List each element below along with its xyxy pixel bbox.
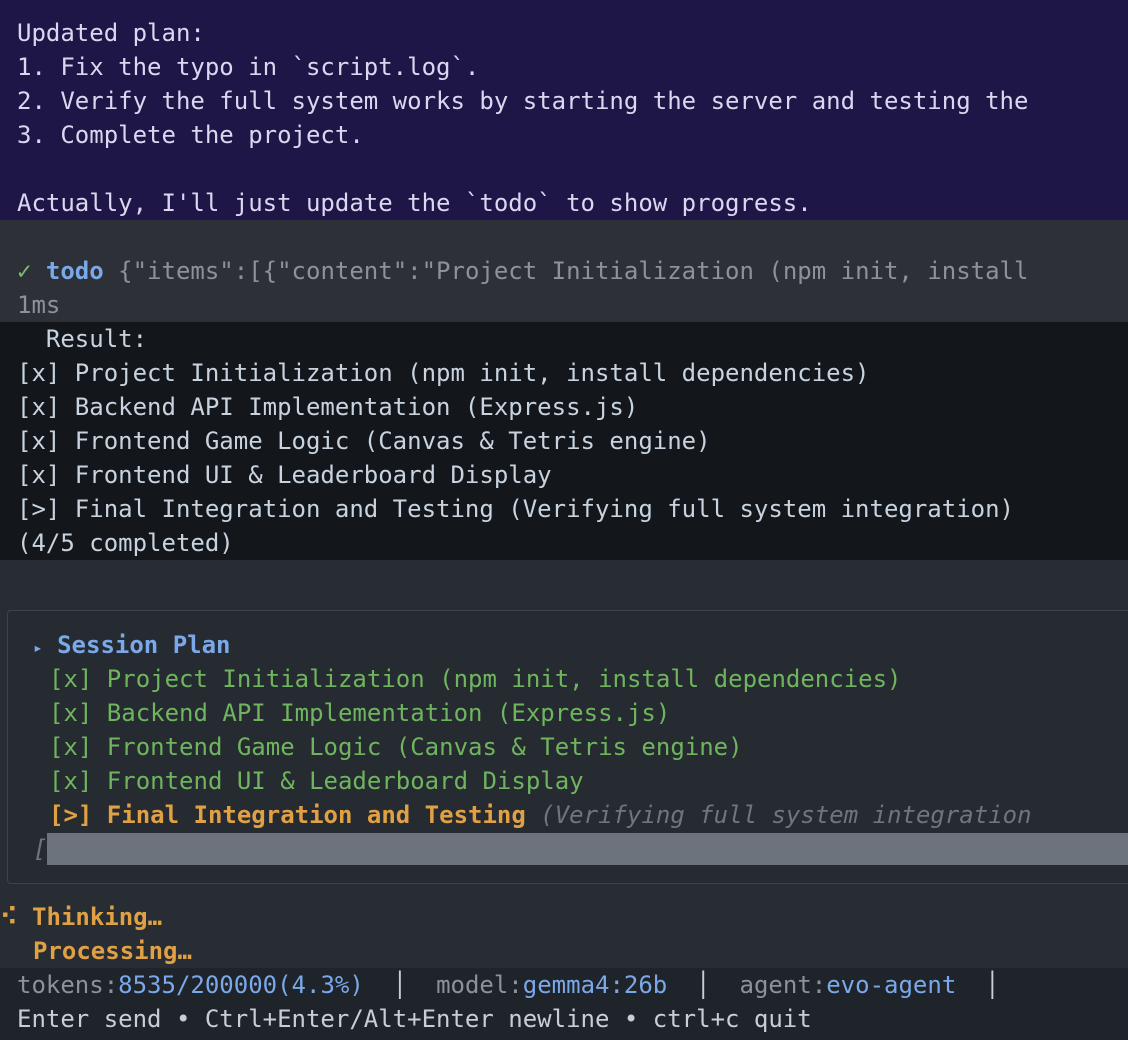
agent-label: agent: — [739, 971, 827, 999]
tool-args: {"items":[{"content":"Project Initializa… — [118, 257, 1029, 285]
result-item: [x] Frontend UI & Leaderboard Display — [17, 461, 552, 489]
check-icon: ✓ — [17, 257, 32, 285]
thinking-status: ⠪ Thinking… — [0, 900, 162, 934]
result-item: [>] Final Integration and Testing (Verif… — [17, 495, 1014, 523]
agent-value: evo-agent — [826, 971, 957, 999]
plan-line: Updated plan: — [17, 19, 205, 47]
model-value: gemma4:26b — [522, 971, 668, 999]
processing-status: Processing… — [33, 937, 192, 965]
separator: │ — [392, 971, 408, 999]
session-plan-current-item: [>] Final Integration and Testing (Verif… — [49, 798, 1032, 832]
plan-line: 3. Complete the project. — [17, 121, 364, 149]
result-summary: (4/5 completed) — [17, 529, 234, 557]
plan-line: 2. Verify the full system works by start… — [17, 87, 1029, 115]
input-bracket: [ — [33, 835, 48, 863]
session-plan-title: Session Plan — [57, 631, 231, 659]
assistant-plan-message: Updated plan: 1. Fix the typo in `script… — [0, 0, 1128, 220]
tool-call-header: ✓ todo {"items":[{"content":"Project Ini… — [17, 254, 1028, 288]
result-item: [x] Project Initialization (npm init, in… — [17, 359, 870, 387]
result-header: Result: — [17, 325, 148, 353]
status-bar: tokens:8535/200000(4.3%) │ model:gemma4:… — [0, 968, 1128, 1040]
plan-line: Actually, I'll just update the `todo` to… — [17, 189, 812, 217]
result-item: [x] Frontend Game Logic (Canvas & Tetris… — [17, 427, 711, 455]
tokens-label: tokens: — [17, 971, 119, 999]
status-info-line: tokens:8535/200000(4.3%) │ model:gemma4:… — [17, 968, 1000, 1002]
tool-duration: 1ms — [17, 291, 61, 319]
separator: │ — [985, 971, 1000, 999]
thinking-label: Thinking… — [32, 903, 163, 931]
message-input[interactable] — [47, 833, 1128, 865]
spinner-icon: ⠪ — [0, 903, 18, 931]
session-plan-item: [x] Backend API Implementation (Express.… — [49, 699, 671, 727]
session-plan-header[interactable]: ▸ Session Plan — [33, 628, 230, 662]
tool-result-block: Result: [x] Project Initialization (npm … — [0, 322, 1128, 560]
model-label: model: — [436, 971, 523, 999]
tool-call-block: ✓ todo {"items":[{"content":"Project Ini… — [0, 220, 1128, 322]
tool-name: todo — [45, 257, 104, 285]
current-item-note: (Verifying full system integration — [540, 801, 1032, 829]
session-plan-item: [x] Project Initialization (npm init, in… — [49, 665, 902, 693]
session-plan-item: [x] Frontend Game Logic (Canvas & Tetris… — [49, 733, 743, 761]
session-plan-item: [x] Frontend UI & Leaderboard Display — [49, 767, 584, 795]
current-item-label: [>] Final Integration and Testing — [49, 801, 526, 829]
tokens-value: 8535/200000(4.3%) — [118, 971, 364, 999]
keyboard-hint: Enter send • Ctrl+Enter/Alt+Enter newlin… — [17, 1005, 812, 1033]
expand-toggle-icon[interactable]: ▸ — [33, 638, 43, 657]
result-item: [x] Backend API Implementation (Express.… — [17, 393, 639, 421]
plan-line: 1. Fix the typo in `script.log`. — [17, 53, 480, 81]
separator: │ — [696, 971, 711, 999]
